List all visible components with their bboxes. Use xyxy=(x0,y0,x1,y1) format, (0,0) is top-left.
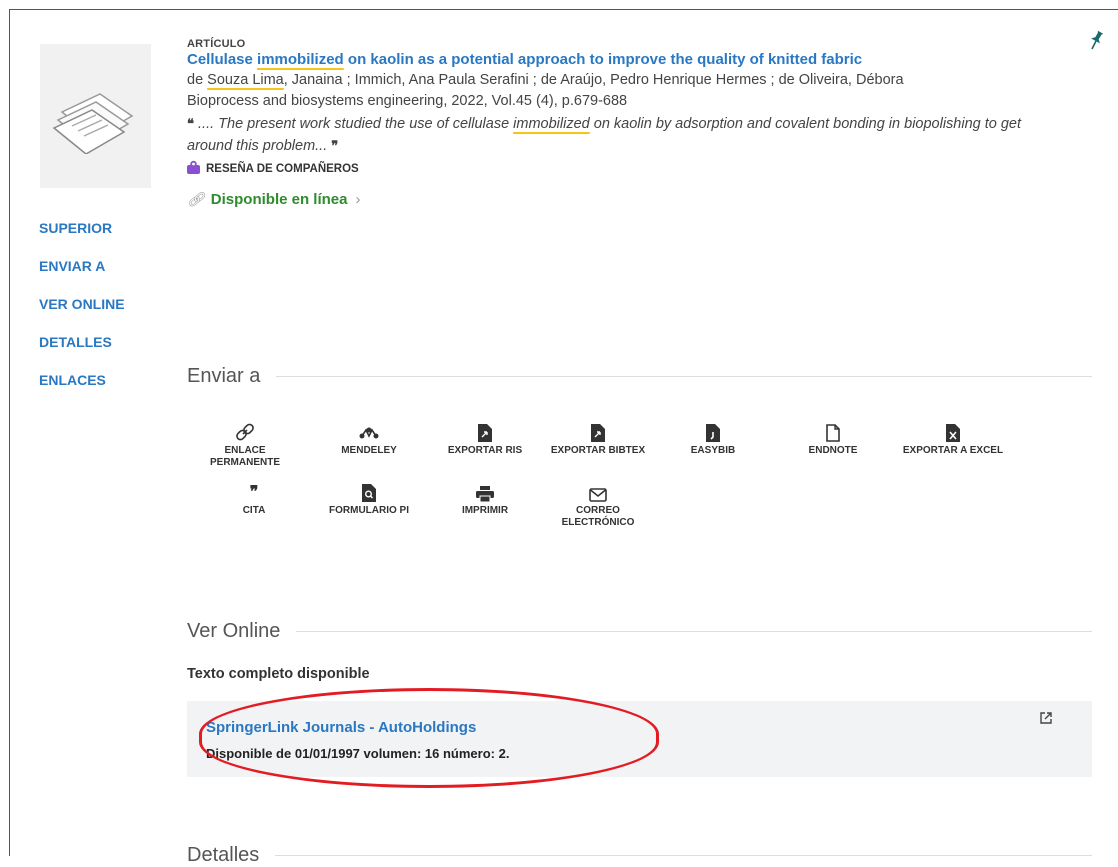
section-view-online-title: Ver Online xyxy=(187,620,281,642)
nav-detalles[interactable]: DETALLES xyxy=(39,334,125,350)
action-cite[interactable]: ❞ CITA xyxy=(199,478,309,517)
action-endnote[interactable]: ENDNOTE xyxy=(778,418,888,457)
action-email[interactable]: CORREO ELECTRÓNICO xyxy=(543,478,653,529)
section-send-to-title: Enviar a xyxy=(187,365,261,387)
peer-review-label: RESEÑA DE COMPAÑEROS xyxy=(206,162,359,175)
action-form-pi[interactable]: FORMULARIO PI xyxy=(314,478,424,517)
quote-icon: ❞ xyxy=(249,484,259,501)
pin-icon[interactable] xyxy=(1088,30,1104,55)
nav-enlaces[interactable]: ENLACES xyxy=(39,372,125,388)
bibtex-file-icon xyxy=(543,418,653,442)
fulltext-heading: Texto completo disponible xyxy=(187,666,370,682)
permalink-icon xyxy=(190,418,300,442)
action-export-ris[interactable]: EXPORTAR RIS xyxy=(430,418,540,457)
envelope-icon xyxy=(543,478,653,502)
nav-ver-online[interactable]: VER ONLINE xyxy=(39,296,125,312)
nav-enviar-a[interactable]: ENVIAR A xyxy=(39,258,125,274)
form-search-icon xyxy=(314,478,424,502)
available-online-label[interactable]: Disponible en línea xyxy=(211,191,348,208)
record-snippet: ❝ .... The present work studied the use … xyxy=(187,116,1022,154)
endnote-file-icon xyxy=(778,418,888,442)
action-export-excel[interactable]: EXPORTAR A EXCEL xyxy=(898,418,1008,457)
easybib-file-icon xyxy=(658,418,768,442)
red-annotation-circle xyxy=(199,688,659,788)
document-icon xyxy=(52,93,134,154)
section-nav: SUPERIOR ENVIAR A VER ONLINE DETALLES EN… xyxy=(39,220,125,410)
external-link-icon[interactable] xyxy=(1040,711,1052,729)
record-authors: de Souza Lima, Janaina ; Immich, Ana Pau… xyxy=(187,72,904,88)
action-permalink[interactable]: ENLACE PERMANENTE xyxy=(190,418,300,469)
action-easybib[interactable]: EASYBIB xyxy=(658,418,768,457)
excel-file-icon xyxy=(898,418,1008,442)
available-online-link[interactable]: 🔗︎ Disponible en línea › xyxy=(187,191,1067,208)
chevron-right-icon: › xyxy=(355,191,361,208)
record-summary: ARTÍCULO Cellulase immobilized on kaolin… xyxy=(187,38,1067,208)
section-send-to: Enviar a xyxy=(187,365,1092,388)
peer-review-icon xyxy=(187,160,200,177)
open-quote-icon: ❝ xyxy=(187,116,194,131)
record-type: ARTÍCULO xyxy=(187,38,246,50)
section-view-online: Ver Online xyxy=(187,620,1092,643)
article-thumbnail xyxy=(40,44,151,188)
mendeley-icon xyxy=(314,418,424,442)
ris-file-icon xyxy=(430,418,540,442)
printer-icon xyxy=(430,478,540,502)
nav-superior[interactable]: SUPERIOR xyxy=(39,220,125,236)
record-source: Bioprocess and biosystems engineering, 2… xyxy=(187,93,628,109)
action-export-bibtex[interactable]: EXPORTAR BIBTEX xyxy=(543,418,653,457)
action-mendeley[interactable]: MENDELEY xyxy=(314,418,424,457)
peer-reviewed-badge: RESEÑA DE COMPAÑEROS xyxy=(187,160,1067,177)
action-print[interactable]: IMPRIMIR xyxy=(430,478,540,517)
link-icon: 🔗︎ xyxy=(187,191,205,207)
close-quote-icon: ❞ xyxy=(331,138,339,153)
record-title-link[interactable]: Cellulase immobilized on kaolin as a pot… xyxy=(187,51,917,68)
